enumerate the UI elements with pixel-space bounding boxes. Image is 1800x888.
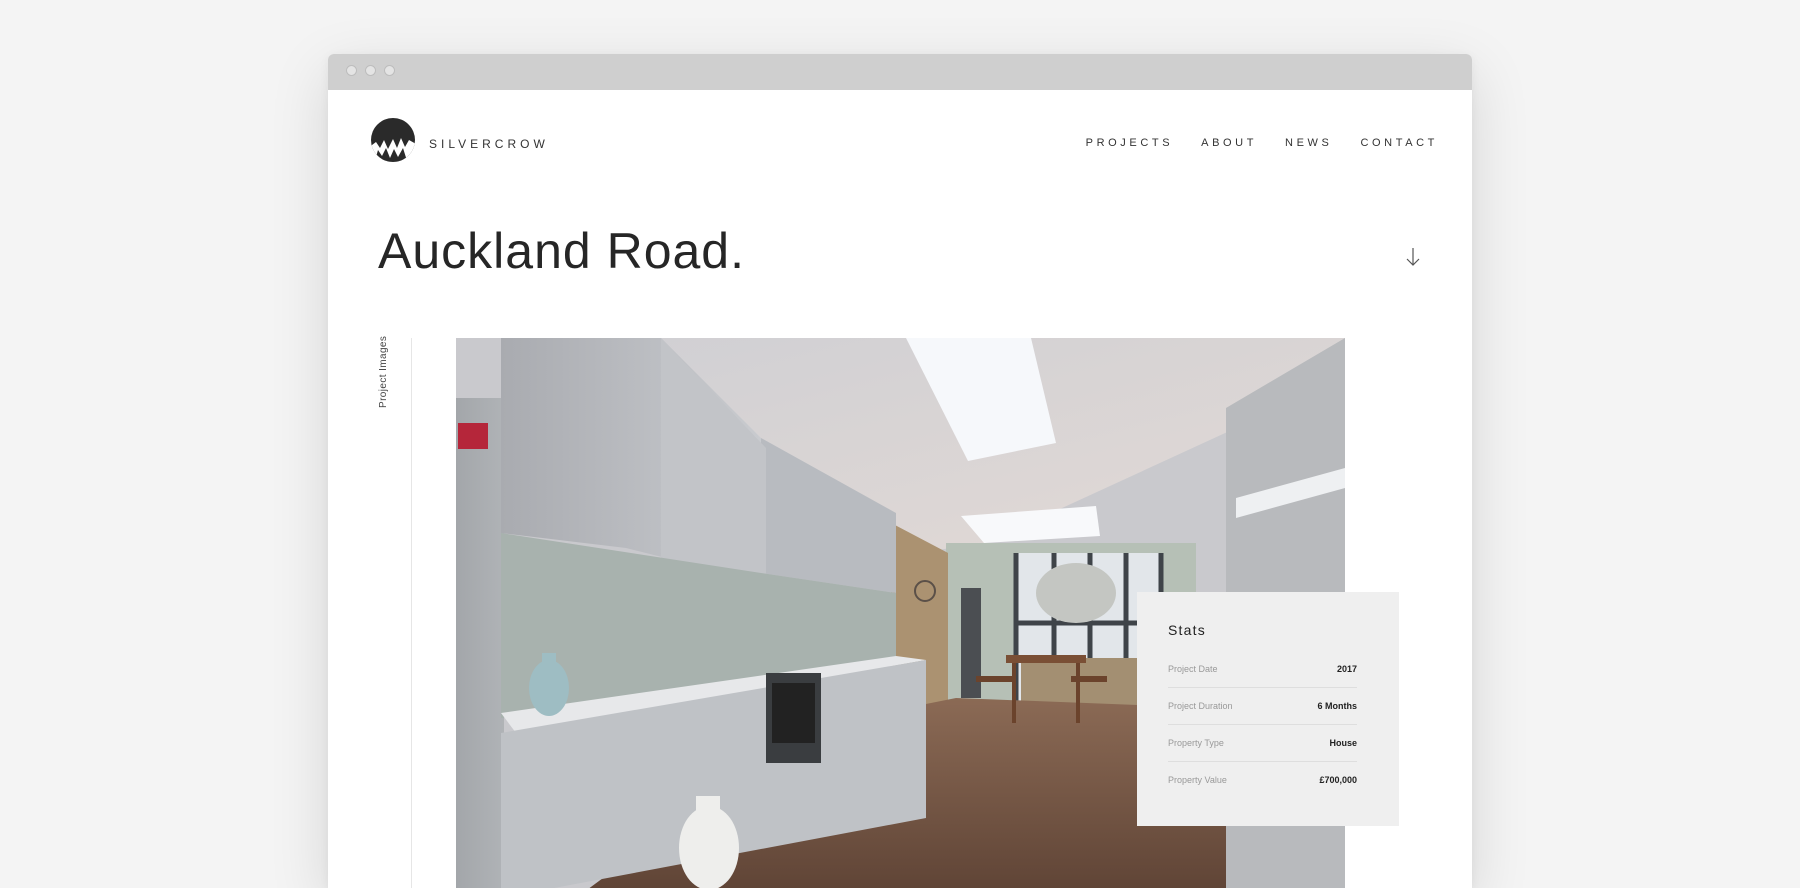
stats-row: Property Type House xyxy=(1168,725,1357,762)
nav-news[interactable]: NEWS xyxy=(1285,137,1332,149)
stats-value: 6 Months xyxy=(1317,701,1358,711)
stats-label: Property Value xyxy=(1168,775,1227,785)
crow-moon-logo-icon[interactable] xyxy=(368,118,416,164)
stats-row: Project Date 2017 xyxy=(1168,651,1357,688)
stats-row: Property Value £700,000 xyxy=(1168,762,1357,798)
stats-label: Project Duration xyxy=(1168,701,1233,711)
nav-contact[interactable]: CONTACT xyxy=(1360,137,1438,149)
stats-value: £700,000 xyxy=(1319,775,1357,785)
nav-about[interactable]: ABOUT xyxy=(1201,137,1257,149)
stats-panel: Stats Project Date 2017 Project Duration… xyxy=(1137,592,1399,826)
close-window-dot[interactable] xyxy=(346,65,357,76)
minimize-window-dot[interactable] xyxy=(365,65,376,76)
brand-name[interactable]: SILVERCROW xyxy=(429,137,549,151)
browser-window: SILVERCROW PROJECTS ABOUT NEWS CONTACT A… xyxy=(328,54,1472,888)
page-title: Auckland Road. xyxy=(378,223,746,279)
stats-label: Property Type xyxy=(1168,738,1224,748)
stats-value: House xyxy=(1329,738,1357,748)
maximize-window-dot[interactable] xyxy=(384,65,395,76)
arrow-down-icon[interactable] xyxy=(1404,246,1422,268)
stats-label: Project Date xyxy=(1168,664,1218,674)
nav-projects[interactable]: PROJECTS xyxy=(1086,137,1173,149)
main-nav: PROJECTS ABOUT NEWS CONTACT xyxy=(1058,137,1438,149)
stats-row: Project Duration 6 Months xyxy=(1168,688,1357,725)
stats-value: 2017 xyxy=(1336,664,1357,674)
gallery-divider xyxy=(411,338,412,888)
stats-title: Stats xyxy=(1168,622,1206,638)
project-images-label: Project Images xyxy=(378,335,389,408)
browser-titlebar xyxy=(328,54,1472,90)
